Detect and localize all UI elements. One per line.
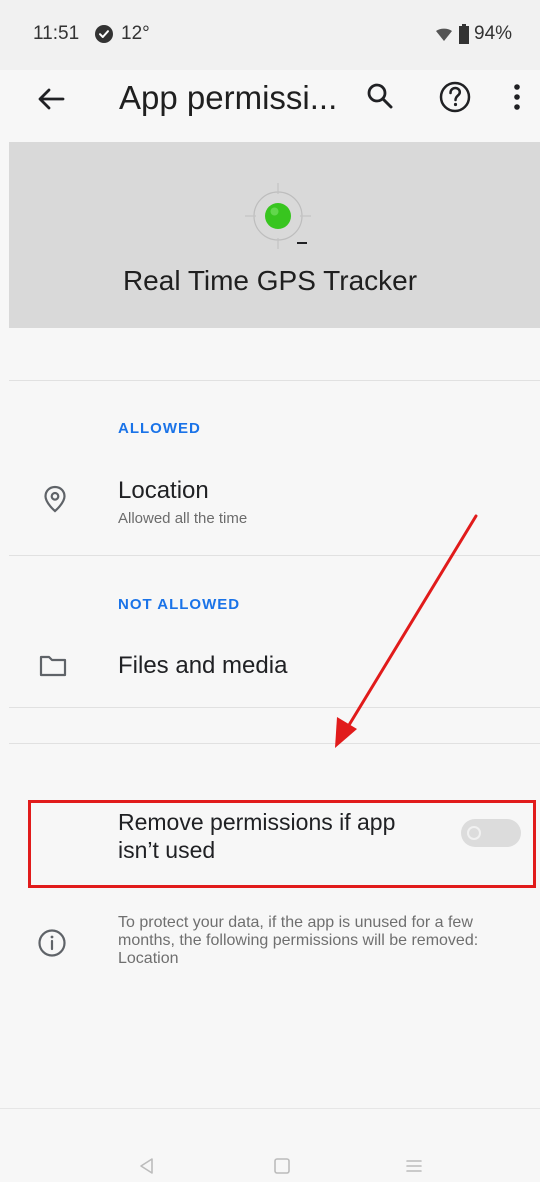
status-time: 11:51: [33, 23, 80, 44]
divider: [9, 380, 540, 381]
battery-icon: [459, 24, 469, 44]
more-icon[interactable]: [510, 82, 524, 112]
app-icon: [245, 183, 311, 249]
info-text: To protect your data, if the app is unus…: [118, 914, 479, 967]
divider: [9, 707, 540, 708]
permission-title: Location: [118, 477, 209, 504]
app-name: Real Time GPS Tracker: [122, 265, 418, 296]
check-circle-icon: [95, 25, 113, 43]
permission-item-location[interactable]: [9, 470, 540, 550]
navigation-bar: [0, 1108, 540, 1182]
divider: [9, 743, 540, 744]
divider: [9, 555, 540, 556]
wifi-icon: [436, 28, 452, 41]
search-icon[interactable]: [366, 82, 394, 110]
info-icon: [38, 929, 66, 957]
permission-title: Files and media: [118, 652, 288, 679]
nav-recents-icon[interactable]: [405, 1157, 423, 1175]
folder-icon: [39, 655, 67, 677]
help-icon[interactable]: [438, 80, 472, 114]
status-temperature: 12°: [121, 23, 150, 44]
location-pin-icon: [44, 485, 66, 513]
not-allowed-section-header: NOT ALLOWED: [118, 596, 241, 613]
page-title: App permissi...: [119, 79, 338, 116]
remove-permissions-label: Remove permissions if app isn’t used: [118, 809, 396, 863]
nav-home-icon[interactable]: [273, 1157, 291, 1175]
nav-back-icon[interactable]: [138, 1157, 156, 1175]
permission-subtitle: Allowed all the time: [118, 510, 248, 527]
toggle-thumb: [467, 826, 481, 840]
back-arrow-icon[interactable]: [36, 84, 66, 114]
battery-percentage: 94%: [474, 23, 513, 44]
allowed-section-header: ALLOWED: [118, 420, 201, 437]
